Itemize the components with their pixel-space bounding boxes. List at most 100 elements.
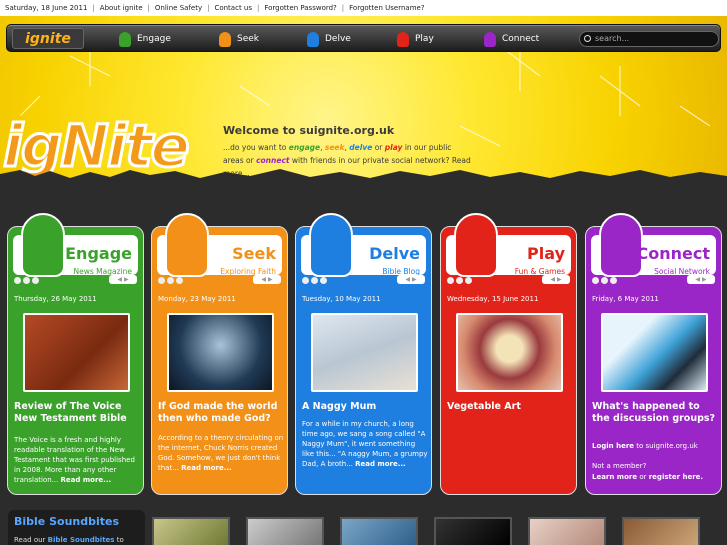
soundbite-thumbnail[interactable]	[434, 517, 512, 545]
soundbite-thumbnail[interactable]	[528, 517, 606, 545]
forgotten-password-link[interactable]: Forgotten Password?	[264, 4, 336, 12]
article-image[interactable]	[23, 313, 130, 392]
nav-item-play[interactable]: Play	[397, 30, 434, 48]
soundbites-link[interactable]: Bible Soundbites	[48, 536, 115, 544]
article-image[interactable]	[311, 313, 418, 392]
carousel-dots[interactable]	[158, 277, 183, 284]
learn-more-link[interactable]: Learn more	[592, 473, 637, 481]
article-image[interactable]	[456, 313, 563, 392]
card-header: Seek Exploring Faith	[157, 213, 282, 277]
read-more-link[interactable]: Read more...	[355, 460, 406, 468]
search-input[interactable]: search...	[579, 31, 719, 47]
divider: |	[341, 4, 345, 12]
article-body: The Voice is a fresh and highly readable…	[14, 435, 140, 485]
article-title[interactable]: What's happened to the discussion groups…	[592, 401, 720, 425]
carousel-dots[interactable]	[302, 277, 327, 284]
engage-keyword[interactable]: engage	[289, 143, 320, 152]
article-title[interactable]: A Naggy Mum	[302, 401, 430, 413]
nav-item-engage[interactable]: Engage	[119, 30, 171, 48]
soundbites-suffix: to	[114, 536, 124, 544]
card-header: Engage News Magazine	[13, 213, 138, 277]
divider: |	[147, 4, 150, 12]
article-image[interactable]	[601, 313, 708, 392]
card-header: Connect Social Network	[591, 213, 716, 277]
soundbite-thumbnail[interactable]	[246, 517, 324, 545]
card-seek: Seek Exploring Faith ◀ ▶ Monday, 23 May …	[151, 213, 288, 495]
carousel-arrows[interactable]: ◀ ▶	[253, 275, 281, 284]
read-more-link[interactable]: Read more...	[61, 476, 112, 484]
engage-mascot-icon	[119, 31, 131, 47]
carousel-dots[interactable]	[14, 277, 39, 284]
carousel-arrows[interactable]: ◀ ▶	[687, 275, 715, 284]
connect-keyword[interactable]: connect	[256, 156, 289, 165]
not-member-text: Not a member?	[592, 462, 647, 470]
carousel-arrows[interactable]: ◀ ▶	[542, 275, 570, 284]
soundbite-thumbnail[interactable]	[622, 517, 700, 545]
intro-prefix: ...do you want to	[223, 143, 289, 152]
login-link[interactable]: Login here	[592, 442, 634, 450]
about-link[interactable]: About ignite	[100, 4, 143, 12]
soundbite-thumbnail[interactable]	[340, 517, 418, 545]
nav-label: Delve	[325, 34, 351, 44]
soundbites-panel: Bible Soundbites Read our Bible Soundbit…	[8, 510, 145, 545]
article-title[interactable]: Vegetable Art	[447, 401, 575, 413]
card-title[interactable]: Engage	[65, 244, 132, 263]
login-suffix: to suignite.org.uk	[634, 442, 698, 450]
main-navigation: ignite Engage Seek Delve Play Connect se…	[6, 24, 721, 52]
online-safety-link[interactable]: Online Safety	[155, 4, 202, 12]
play-keyword[interactable]: play	[385, 143, 403, 152]
play-mascot-icon	[397, 31, 409, 47]
card-play: Play Fun & Games ◀ ▶ Wednesday, 15 June …	[440, 213, 577, 495]
card-delve: Delve Bible Blog ◀ ▶ Tuesday, 10 May 201…	[295, 213, 432, 495]
register-text: Learn more or register here.	[592, 472, 718, 482]
soundbites-title[interactable]: Bible Soundbites	[14, 515, 119, 528]
top-links-bar: Saturday, 18 June 2011 | About ignite | …	[0, 0, 727, 16]
nav-item-connect[interactable]: Connect	[484, 30, 539, 48]
current-date: Saturday, 18 June 2011	[5, 4, 88, 12]
nav-item-delve[interactable]: Delve	[307, 30, 351, 48]
divider: |	[92, 4, 95, 12]
card-title[interactable]: Connect	[637, 244, 711, 263]
article-date: Thursday, 26 May 2011	[14, 295, 97, 303]
nav-label: Engage	[137, 34, 171, 44]
register-link[interactable]: register here.	[649, 473, 703, 481]
delve-keyword[interactable]: delve	[349, 143, 372, 152]
connect-mascot-icon	[484, 31, 496, 47]
card-header: Delve Bible Blog	[301, 213, 426, 277]
article-title[interactable]: If God made the world then who made God?	[158, 401, 286, 425]
card-engage: Engage News Magazine ◀ ▶ Thursday, 26 Ma…	[7, 213, 144, 495]
search-icon	[584, 35, 591, 42]
login-text: Login here to suignite.org.uk	[592, 441, 718, 451]
card-title[interactable]: Seek	[232, 244, 276, 263]
delve-mascot-icon	[309, 213, 353, 277]
engage-mascot-icon	[21, 213, 65, 277]
card-title[interactable]: Play	[527, 244, 565, 263]
divider: |	[207, 4, 210, 12]
article-date: Wednesday, 15 June 2011	[447, 295, 539, 303]
carousel-dots[interactable]	[592, 277, 617, 284]
article-title[interactable]: Review of The Voice New Testament Bible	[14, 401, 142, 425]
delve-mascot-icon	[307, 31, 319, 47]
carousel-arrows[interactable]: ◀ ▶	[397, 275, 425, 284]
article-body: For a while in my church, a long time ag…	[302, 419, 428, 469]
intro-suffix: with friends in our private social netwo…	[289, 156, 452, 165]
card-header: Play Fun & Games	[446, 213, 571, 277]
read-more-link[interactable]: Read more...	[181, 464, 232, 472]
article-date: Monday, 23 May 2011	[158, 295, 236, 303]
card-connect: Connect Social Network ◀ ▶ Friday, 6 May…	[585, 213, 722, 495]
article-image[interactable]	[167, 313, 274, 392]
carousel-dots[interactable]	[447, 277, 472, 284]
contact-link[interactable]: Contact us	[214, 4, 252, 12]
carousel-arrows[interactable]: ◀ ▶	[109, 275, 137, 284]
nav-item-seek[interactable]: Seek	[219, 30, 259, 48]
forgotten-username-link[interactable]: Forgotten Username?	[349, 4, 424, 12]
seek-mascot-icon	[165, 213, 209, 277]
soundbite-thumbnail[interactable]	[152, 517, 230, 545]
seek-keyword[interactable]: seek	[325, 143, 345, 152]
article-date: Tuesday, 10 May 2011	[302, 295, 381, 303]
article-body: According to a theory circulating on the…	[158, 433, 284, 473]
soundbites-desc: Read our Bible Soundbites to	[14, 536, 124, 544]
nav-brand-logo[interactable]: ignite	[12, 28, 84, 49]
welcome-heading: Welcome to suignite.org.uk	[223, 124, 395, 137]
card-title[interactable]: Delve	[369, 244, 420, 263]
